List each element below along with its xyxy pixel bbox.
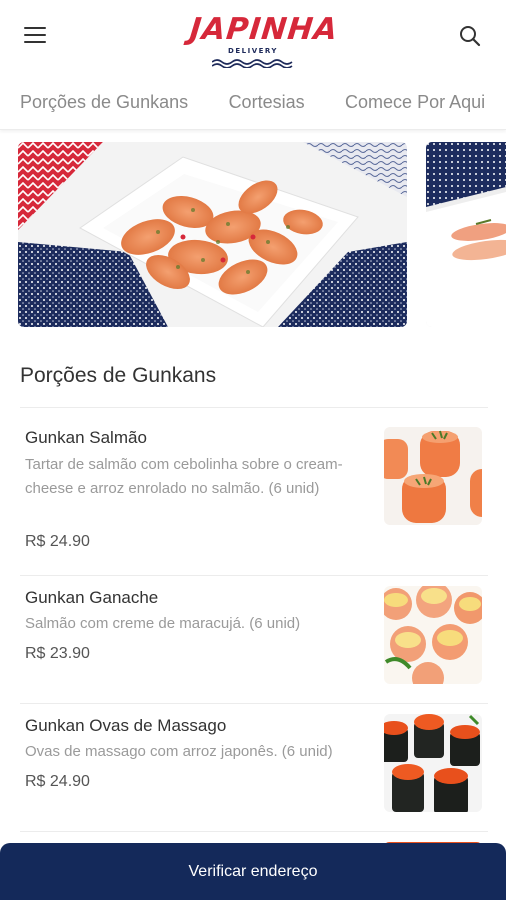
item-name: Gunkan Ovas de Massago [25,716,227,735]
item-image [384,714,482,812]
item-description: Tartar de salmão com cebolinha sobre o c… [25,456,343,497]
section-title: Porções de Gunkans [20,364,217,387]
menu-item-gunkan-ganache[interactable]: Gunkan Ganache Salmão com creme de marac… [20,575,488,703]
logo-text: JAPINHA [188,12,340,47]
logo-waves-icon [212,59,293,68]
item-price: R$ 23.90 [25,645,90,662]
hamburger-menu-icon[interactable] [24,27,46,45]
tab-cortesias[interactable]: Cortesias [229,78,305,113]
item-price: R$ 24.90 [25,773,90,790]
category-tabs: Porções de Gunkans Cortesias Comece Por … [0,78,506,130]
app-header: JAPINHA DELIVERY [0,0,506,78]
item-image [384,427,482,525]
item-image [384,586,482,684]
tab-comece-por-aqui[interactable]: Comece Por Aqui [345,78,485,113]
item-name: Gunkan Salmão [25,428,147,447]
item-price: R$ 24.90 [25,533,90,550]
sashimi-image [426,142,506,327]
search-icon[interactable] [458,24,482,48]
item-description: Ovas de massago com arroz japonês. (6 un… [25,743,333,760]
promo-banner-shrimp[interactable] [18,142,407,327]
menu-item-gunkan-salmao[interactable]: Gunkan Salmão Tartar de salmão com cebol… [20,407,488,575]
item-description: Salmão com creme de maracujá. (6 unid) [25,615,301,632]
item-name: Gunkan Ganache [25,588,159,607]
shrimp-bowl-image [18,142,407,327]
logo-subtitle: DELIVERY [228,47,278,55]
verify-address-button[interactable]: Verificar endereço [0,843,506,900]
menu-item-gunkan-ovas-de-massago[interactable]: Gunkan Ovas de Massago Ovas de massago c… [20,703,488,831]
promo-banner-sashimi[interactable] [426,142,506,327]
brand-logo[interactable]: JAPINHA DELIVERY [188,8,340,70]
tab-porcoes-de-gunkans[interactable]: Porções de Gunkans [20,78,188,113]
